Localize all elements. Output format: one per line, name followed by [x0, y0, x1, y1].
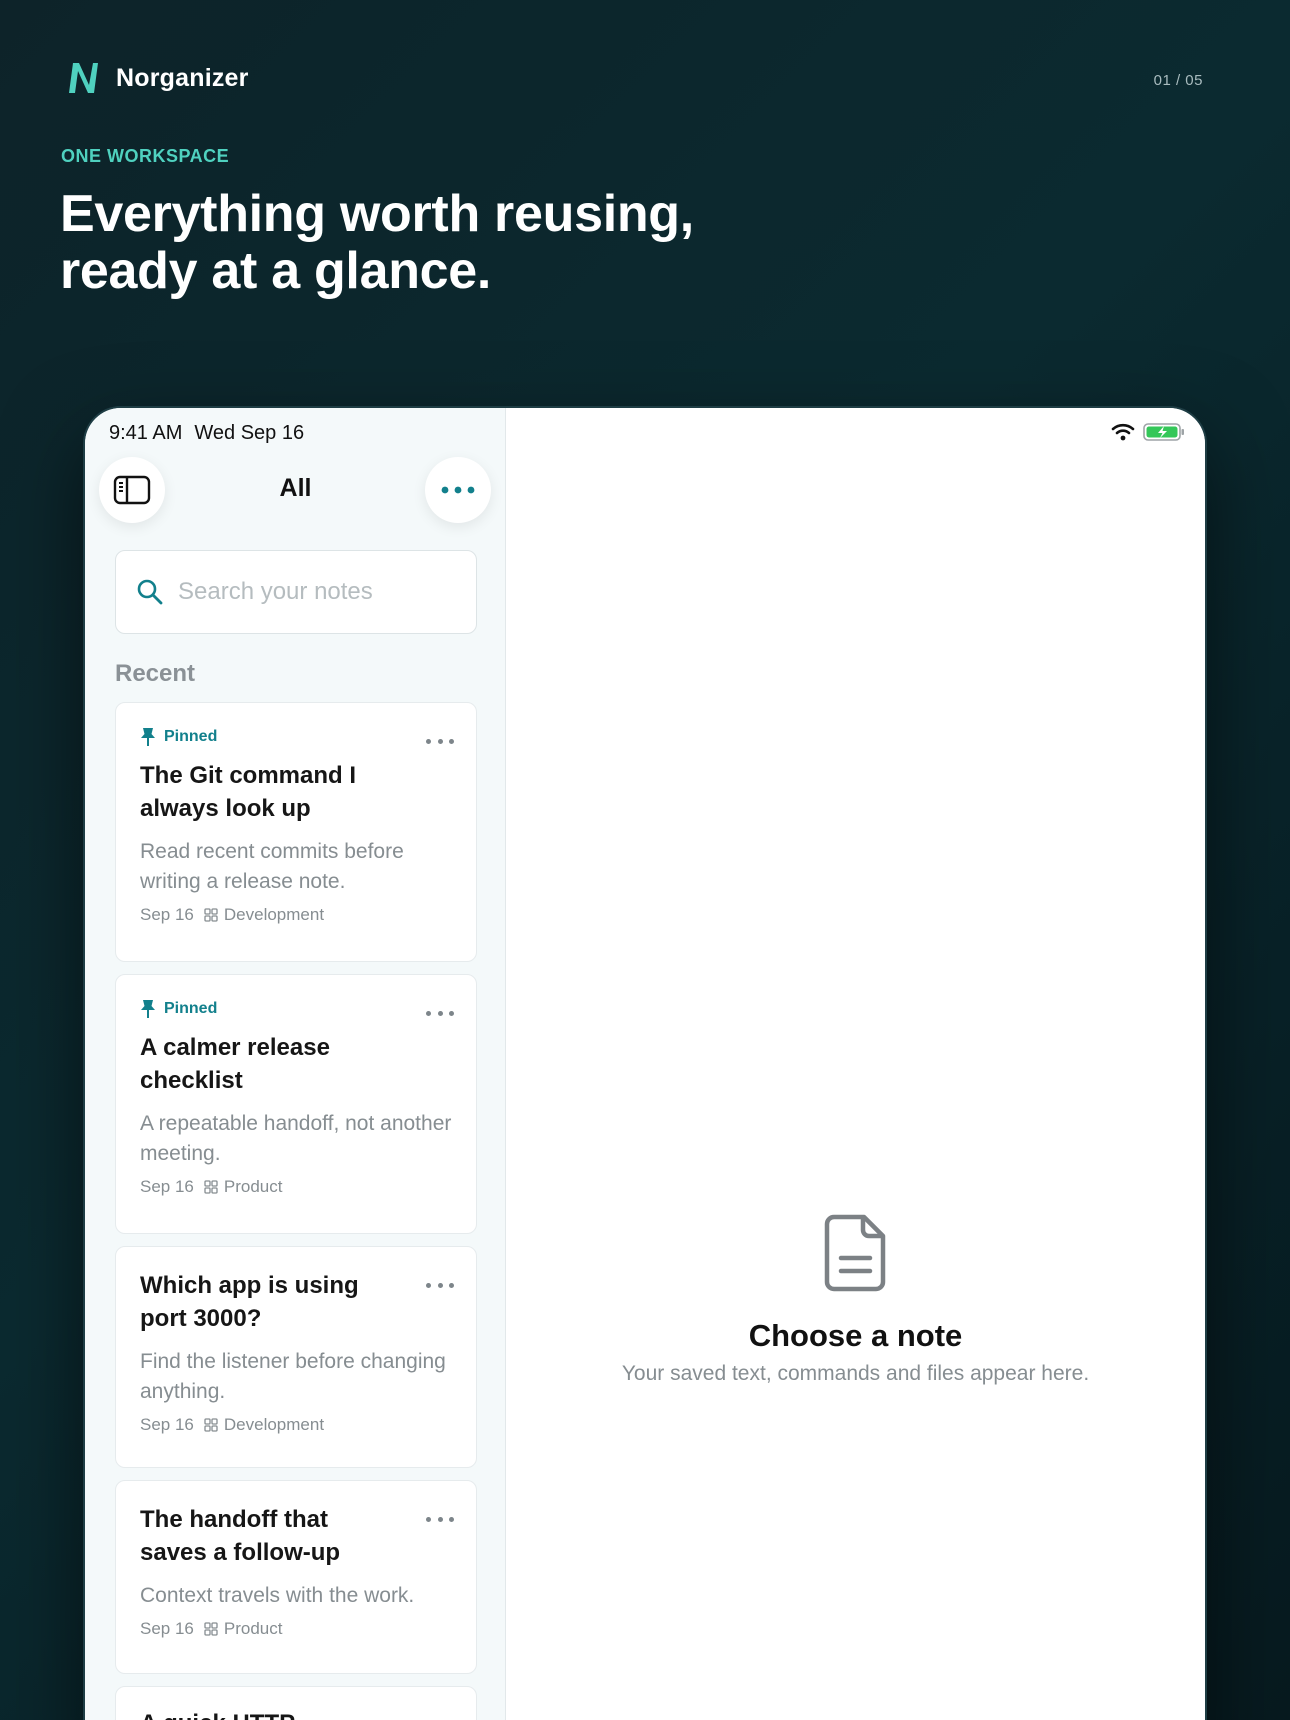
note-card[interactable]: A quick HTTP: [115, 1686, 477, 1720]
document-icon: [824, 1214, 885, 1292]
brand: Norganizer: [64, 60, 249, 96]
status-date: Wed Sep 16: [194, 422, 305, 444]
search-icon: [137, 579, 163, 605]
brand-name: Norganizer: [116, 63, 249, 92]
note-date: Sep 16: [140, 905, 194, 924]
wifi-icon: [1111, 423, 1135, 441]
note-meta: Sep 16 Product: [140, 1177, 452, 1197]
note-card[interactable]: Pinned The Git command I always look up …: [115, 702, 477, 962]
note-title: The handoff that saves a follow-up: [140, 1506, 341, 1566]
headline: Everything worth reusing, ready at a gla…: [60, 186, 820, 300]
note-card[interactable]: Pinned A calmer release checklist A repe…: [115, 974, 477, 1234]
grid-icon: [204, 908, 218, 922]
search-field[interactable]: [115, 550, 477, 634]
note-date: Sep 16: [140, 1177, 194, 1196]
note-tag-label: Product: [223, 1177, 283, 1196]
note-title: A calmer release checklist: [140, 1034, 330, 1094]
ellipsis-icon: [441, 486, 475, 494]
notes-sidebar: 9:41 AM Wed Sep 16 All Search your notes…: [85, 408, 506, 1720]
note-tag: Development: [204, 905, 324, 925]
status-bar-icons: [1111, 422, 1185, 442]
note-tag-label: Development: [223, 1415, 325, 1434]
note-tag: Product: [204, 1619, 283, 1639]
note-title: Which app is using port 3000?: [140, 1272, 359, 1332]
pinned-badge: Pinned: [140, 999, 452, 1019]
tablet-device-frame: 9:41 AM Wed Sep 16 All Search your notes…: [83, 406, 1207, 1720]
battery-charging-icon: [1143, 423, 1184, 441]
more-options-button[interactable]: [425, 457, 491, 523]
note-tag-label: Development: [223, 905, 325, 924]
empty-state-subtitle: Your saved text, commands and files appe…: [621, 1362, 1090, 1385]
note-title: A quick HTTP: [140, 1707, 400, 1720]
note-preview: A repeatable handoff, not another meetin…: [140, 1112, 452, 1165]
pin-icon: [141, 728, 155, 746]
note-tag: Product: [204, 1177, 283, 1197]
card-more-button[interactable]: [426, 1517, 454, 1525]
screenshot-page: Norganizer 01 / 05 ONE WORKSPACE Everyth…: [0, 0, 1290, 1720]
eyebrow-label: ONE WORKSPACE: [61, 146, 230, 166]
note-meta: Sep 16 Development: [140, 1415, 452, 1435]
card-more-button[interactable]: [426, 1011, 454, 1019]
pinned-label: Pinned: [164, 728, 218, 745]
note-tag: Development: [204, 1415, 324, 1435]
note-preview: Read recent commits before writing a rel…: [140, 840, 404, 893]
pin-icon: [141, 1000, 155, 1018]
page-indicator: 01 / 05: [1153, 72, 1203, 89]
norganizer-logo-icon: [69, 63, 98, 93]
card-more-button[interactable]: [426, 739, 454, 747]
empty-state-title: Choose a note: [748, 1318, 963, 1353]
status-time: 9:41 AM: [109, 422, 183, 444]
grid-icon: [204, 1418, 218, 1432]
note-preview: Context travels with the work.: [140, 1584, 415, 1607]
empty-state: Choose a note Your saved text, commands …: [506, 1214, 1205, 1386]
note-preview: Find the listener before changing anythi…: [140, 1350, 446, 1403]
note-detail-pane: Choose a note Your saved text, commands …: [506, 408, 1205, 1720]
note-meta: Sep 16 Development: [140, 905, 452, 925]
note-meta: Sep 16 Product: [140, 1619, 452, 1639]
note-tag-label: Product: [223, 1619, 283, 1638]
note-date: Sep 16: [140, 1415, 194, 1434]
pinned-badge: Pinned: [140, 727, 452, 747]
headline-line-1: Everything worth reusing,: [60, 185, 694, 243]
note-date: Sep 16: [140, 1619, 194, 1638]
headline-line-2: ready at a glance.: [60, 242, 492, 300]
grid-icon: [204, 1622, 218, 1636]
status-bar-time: 9:41 AM Wed Sep 16: [109, 422, 316, 445]
search-input[interactable]: [178, 578, 468, 606]
note-card[interactable]: Which app is using port 3000? Find the l…: [115, 1246, 477, 1468]
note-card[interactable]: The handoff that saves a follow-up Conte…: [115, 1480, 477, 1674]
pinned-label: Pinned: [164, 1000, 218, 1017]
grid-icon: [204, 1180, 218, 1194]
section-label-recent: Recent: [115, 660, 196, 687]
card-more-button[interactable]: [426, 1283, 454, 1291]
note-title: The Git command I always look up: [140, 762, 357, 822]
